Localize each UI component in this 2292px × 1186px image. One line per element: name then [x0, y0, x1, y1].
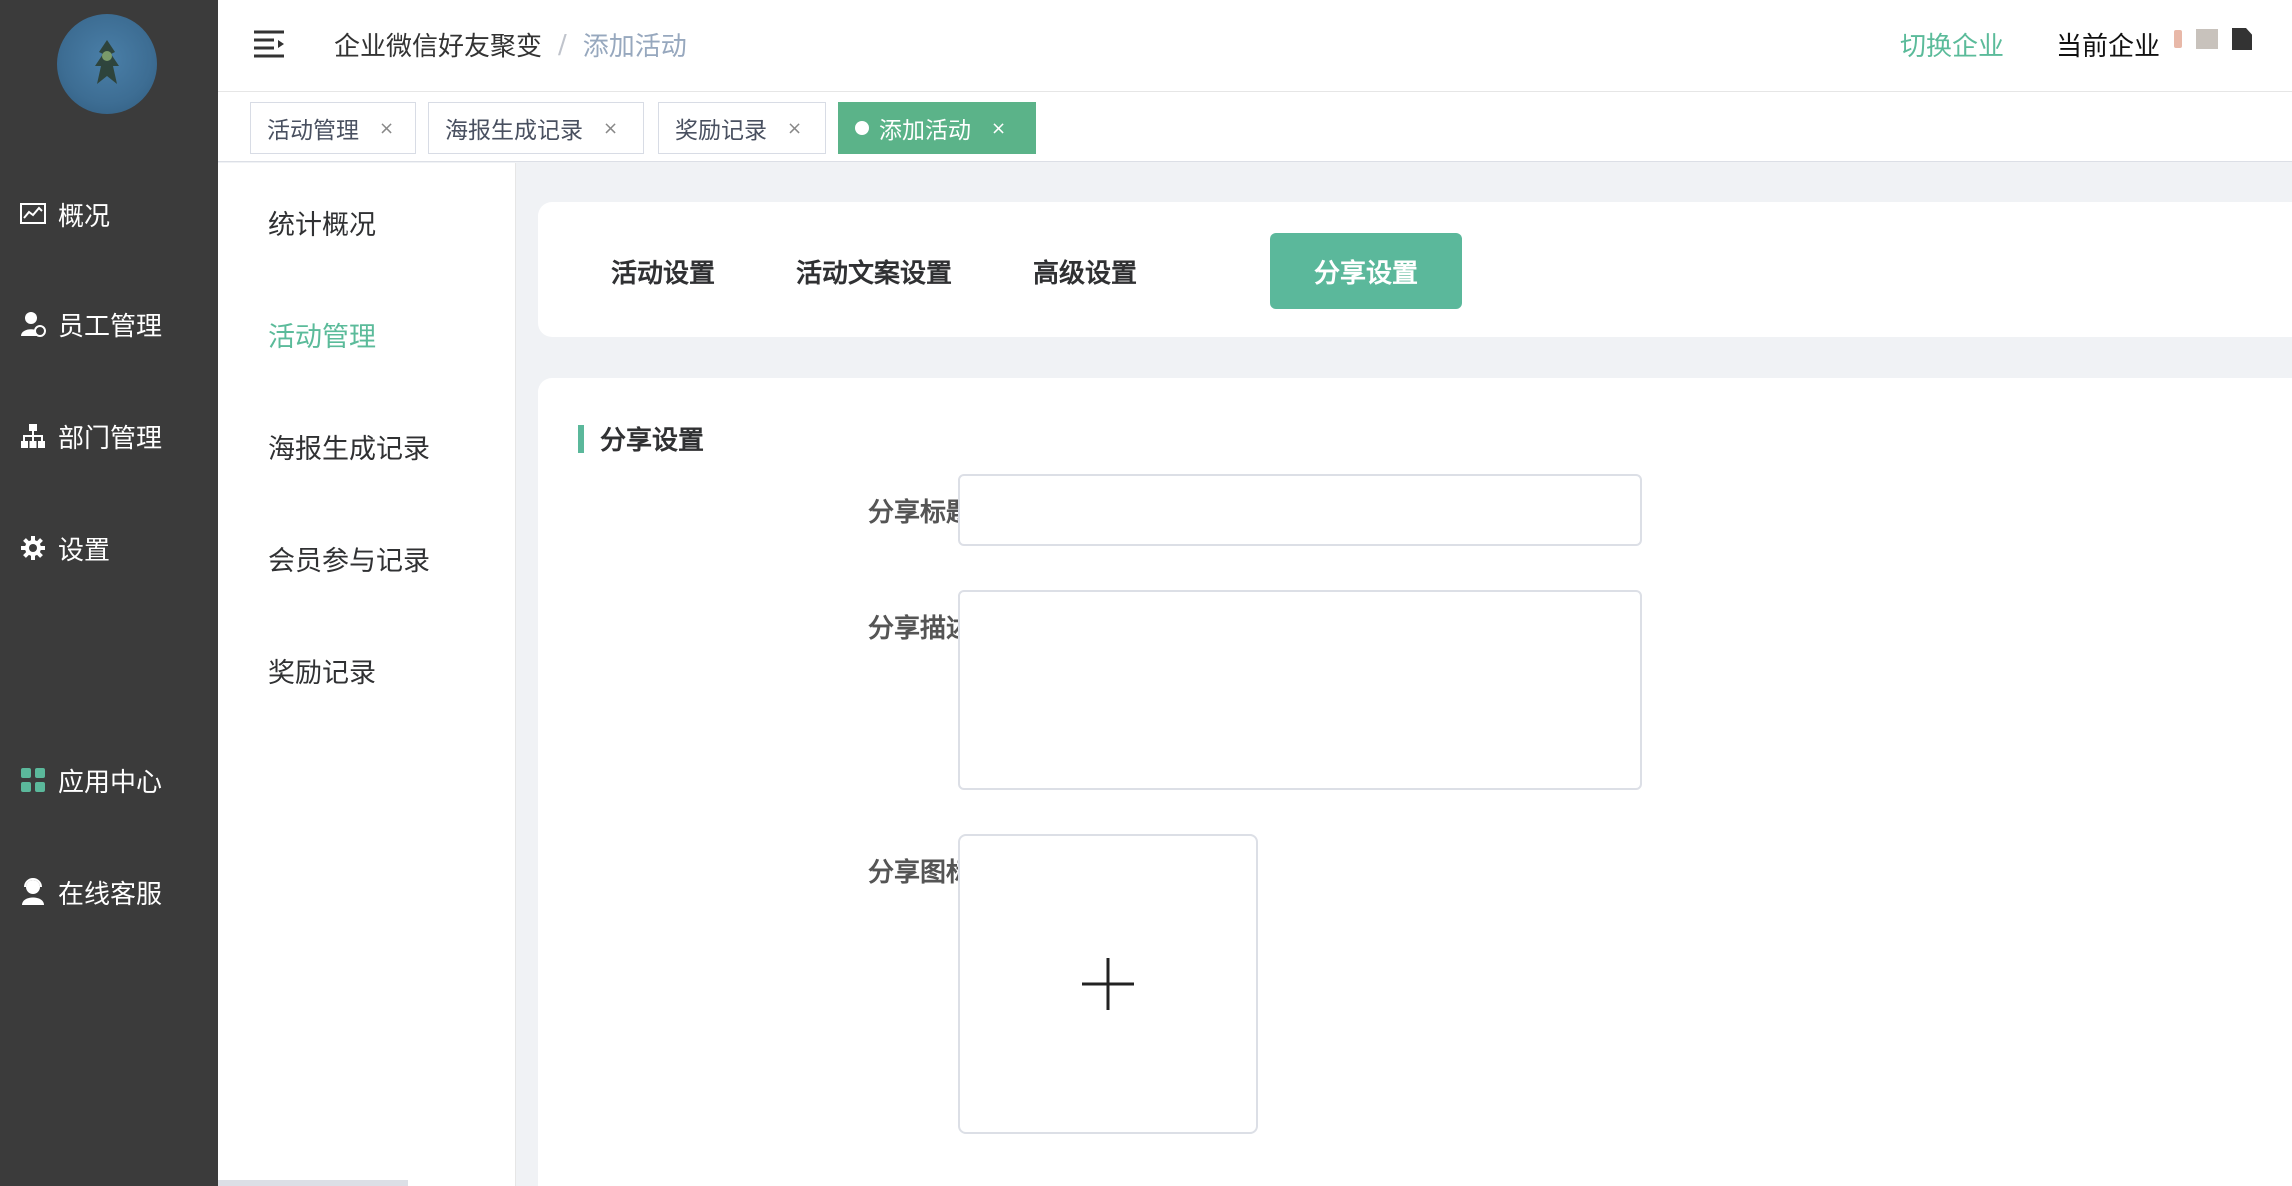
section-title-text: 分享设置 [600, 426, 705, 456]
support-agent-icon [18, 877, 48, 907]
share-icon-uploader[interactable] [958, 834, 1258, 1134]
breadcrumb: 企业微信好友聚变 / 添加活动 [334, 26, 687, 63]
menu-toggle-icon[interactable] [252, 26, 288, 62]
tag-label: 海报生成记录 [445, 118, 583, 144]
sidebar-item-label: 员工管理 [58, 311, 163, 342]
share-icon-label: 分享图标 [867, 858, 972, 888]
avatar-image-icon [95, 40, 119, 84]
sidebar-item-app-center[interactable]: 应用中心 [0, 750, 218, 810]
breadcrumb-separator: / [558, 29, 567, 60]
sidebar-item-overview[interactable]: 概况 [0, 184, 218, 244]
submenu-item-activity-management[interactable]: 活动管理 [268, 315, 376, 354]
submenu-item-reward-records[interactable]: 奖励记录 [268, 651, 376, 690]
share-title-label: 分享标题 [867, 498, 972, 528]
tag-label: 添加活动 [879, 118, 971, 144]
org-tree-icon [18, 421, 48, 451]
tag-label: 奖励记录 [675, 118, 767, 144]
thumbnail-image [2196, 29, 2218, 49]
section-title: 分享设置 [578, 420, 704, 457]
close-icon[interactable]: × [787, 118, 802, 139]
tag-poster-records[interactable]: 海报生成记录 × [428, 102, 644, 154]
user-gear-icon [18, 309, 48, 339]
main-sidebar: 概况 员工管理 部门管理 设置 应用中心 在线客服 [0, 0, 218, 1186]
sidebar-item-label: 部门管理 [58, 423, 163, 454]
plus-icon [1082, 958, 1134, 1010]
sidebar-item-settings[interactable]: 设置 [0, 518, 218, 578]
tag-activity-management[interactable]: 活动管理 × [250, 102, 416, 154]
share-title-input[interactable] [958, 474, 1642, 546]
tag-reward-records[interactable]: 奖励记录 × [658, 102, 826, 154]
tab-copy-settings[interactable]: 活动文案设置 [774, 233, 974, 309]
tab-advanced-settings[interactable]: 高级设置 [1010, 233, 1160, 309]
document-icon[interactable] [2232, 28, 2252, 50]
enterprise-thumbnails [2174, 28, 2252, 50]
sidebar-item-staff[interactable]: 员工管理 [0, 294, 218, 354]
secondary-menu: 统计概况 活动管理 海报生成记录 会员参与记录 奖励记录 [218, 163, 516, 1186]
chart-icon [18, 199, 48, 229]
horizontal-scrollbar[interactable] [218, 1180, 408, 1186]
close-icon[interactable]: × [379, 118, 394, 139]
current-enterprise-label: 当前企业 [2056, 32, 2161, 62]
share-description-textarea[interactable] [958, 590, 1642, 790]
switch-enterprise-link[interactable]: 切换企业 [1900, 26, 2004, 63]
sidebar-item-label: 应用中心 [58, 767, 163, 798]
active-dot-icon [855, 121, 869, 135]
apps-grid-icon [18, 765, 48, 795]
share-settings-form: 分享设置 分享标题 分享描述 分享图标 [538, 378, 2292, 1186]
tag-label: 活动管理 [267, 118, 359, 144]
settings-tabs: 活动设置 活动文案设置 高级设置 分享设置 [538, 202, 2292, 337]
sidebar-item-label: 在线客服 [58, 879, 163, 910]
breadcrumb-current: 添加活动 [582, 32, 687, 62]
gear-icon [18, 533, 48, 563]
close-icon[interactable]: × [603, 118, 618, 139]
avatar[interactable] [57, 14, 157, 114]
top-header: 企业微信好友聚变 / 添加活动 切换企业 当前企业 [218, 0, 2292, 92]
tags-view-bar: 活动管理 × 海报生成记录 × 奖励记录 × 添加活动 × [218, 92, 2292, 162]
sidebar-item-label: 概况 [58, 201, 111, 232]
tab-share-settings[interactable]: 分享设置 [1270, 233, 1462, 309]
sidebar-item-label: 设置 [58, 535, 111, 566]
share-description-label: 分享描述 [867, 614, 972, 644]
tab-activity-settings[interactable]: 活动设置 [588, 233, 738, 309]
sidebar-item-department[interactable]: 部门管理 [0, 406, 218, 466]
close-icon[interactable]: × [991, 118, 1006, 139]
submenu-item-statistics[interactable]: 统计概况 [268, 203, 376, 242]
section-accent-bar [578, 424, 584, 453]
submenu-item-member-records[interactable]: 会员参与记录 [268, 539, 430, 578]
submenu-item-poster-records[interactable]: 海报生成记录 [268, 427, 430, 466]
breadcrumb-root[interactable]: 企业微信好友聚变 [334, 26, 542, 63]
tag-add-activity[interactable]: 添加活动 × [838, 102, 1036, 154]
sidebar-item-online-support[interactable]: 在线客服 [0, 862, 218, 922]
thumbnail-image [2174, 30, 2182, 48]
